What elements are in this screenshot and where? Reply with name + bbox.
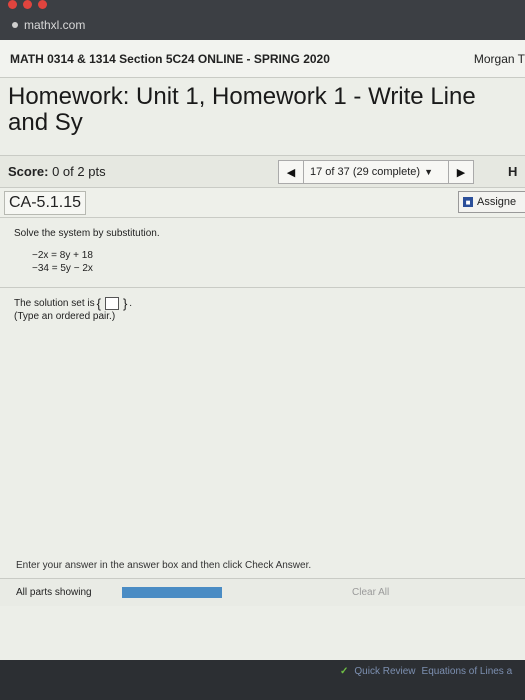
close-dot[interactable] (8, 0, 17, 9)
answer-prefix: The solution set is (14, 298, 95, 309)
question-navigator: ◀ 17 of 37 (29 complete) ▼ ▶ (278, 160, 474, 184)
window-controls (8, 0, 47, 9)
course-title: MATH 0314 & 1314 Section 5C24 ONLINE - S… (10, 51, 330, 66)
check-icon: ✓ (340, 666, 349, 677)
enter-answer-message: Enter your answer in the answer box and … (16, 560, 312, 571)
clear-all-button[interactable]: Clear All (352, 587, 389, 598)
answer-line: The solution set is { } . (14, 296, 511, 311)
question-id: CA-5.1.15 (4, 190, 87, 215)
next-question-button[interactable]: ▶ (448, 160, 474, 184)
minimize-dot[interactable] (23, 0, 32, 9)
assignment-icon: ■ (463, 197, 473, 207)
lock-icon (12, 22, 18, 28)
equation-1: −2x = 8y + 18 (32, 250, 93, 261)
quick-review-links: ✓ Quick Review Equations of Lines a (340, 666, 512, 677)
chevron-left-icon: ◀ (286, 166, 296, 179)
parts-showing-label: All parts showing (16, 587, 92, 598)
divider (0, 287, 525, 288)
address-bar[interactable]: mathxl.com (12, 18, 85, 32)
score-row: Score: 0 of 2 pts ◀ 17 of 37 (29 complet… (0, 156, 525, 188)
bottom-links-bar: ✓ Quick Review Equations of Lines a (0, 660, 525, 700)
maximize-dot[interactable] (38, 0, 47, 9)
parts-progress (122, 587, 222, 598)
question-position: 17 of 37 (29 complete) (310, 166, 421, 178)
homework-title: Homework: Unit 1, Homework 1 - Write Lin… (0, 78, 525, 156)
url-text: mathxl.com (24, 18, 86, 32)
answer-suffix: . (129, 298, 133, 309)
course-bar: MATH 0314 & 1314 Section 5C24 ONLINE - S… (0, 40, 525, 78)
brace-open: { (96, 296, 101, 311)
assignment-label: Assigne (477, 196, 517, 208)
parts-bar: All parts showing Clear All (0, 578, 525, 606)
chevron-right-icon: ▶ (456, 166, 466, 179)
question-id-row: CA-5.1.15 ■ Assigne (0, 188, 525, 218)
question-select[interactable]: 17 of 37 (29 complete) ▼ (304, 160, 448, 184)
score-value: 0 of 2 pts (52, 164, 106, 179)
equations-link[interactable]: Equations of Lines a (422, 666, 513, 677)
brace-close: } (122, 296, 128, 311)
parts-progress-fill (122, 587, 222, 598)
equation-2: −34 = 5y − 2x (32, 263, 93, 274)
browser-bar: mathxl.com (0, 0, 525, 40)
answer-hint: (Type an ordered pair.) (14, 311, 116, 322)
chevron-down-icon: ▼ (424, 167, 433, 177)
score-label: Score: (8, 164, 49, 179)
previous-question-button[interactable]: ◀ (278, 160, 304, 184)
answer-footer: Enter your answer in the answer box and … (0, 552, 525, 660)
answer-input[interactable] (104, 297, 119, 310)
user-name[interactable]: Morgan T (474, 52, 525, 66)
question-body: Solve the system by substitution. −2x = … (0, 218, 525, 332)
assignment-button[interactable]: ■ Assigne (458, 191, 525, 213)
quick-review-link[interactable]: Quick Review (354, 666, 415, 677)
question-instruction: Solve the system by substitution. (14, 228, 160, 239)
score-display: Score: 0 of 2 pts (8, 164, 106, 179)
help-link[interactable]: H (508, 164, 517, 179)
